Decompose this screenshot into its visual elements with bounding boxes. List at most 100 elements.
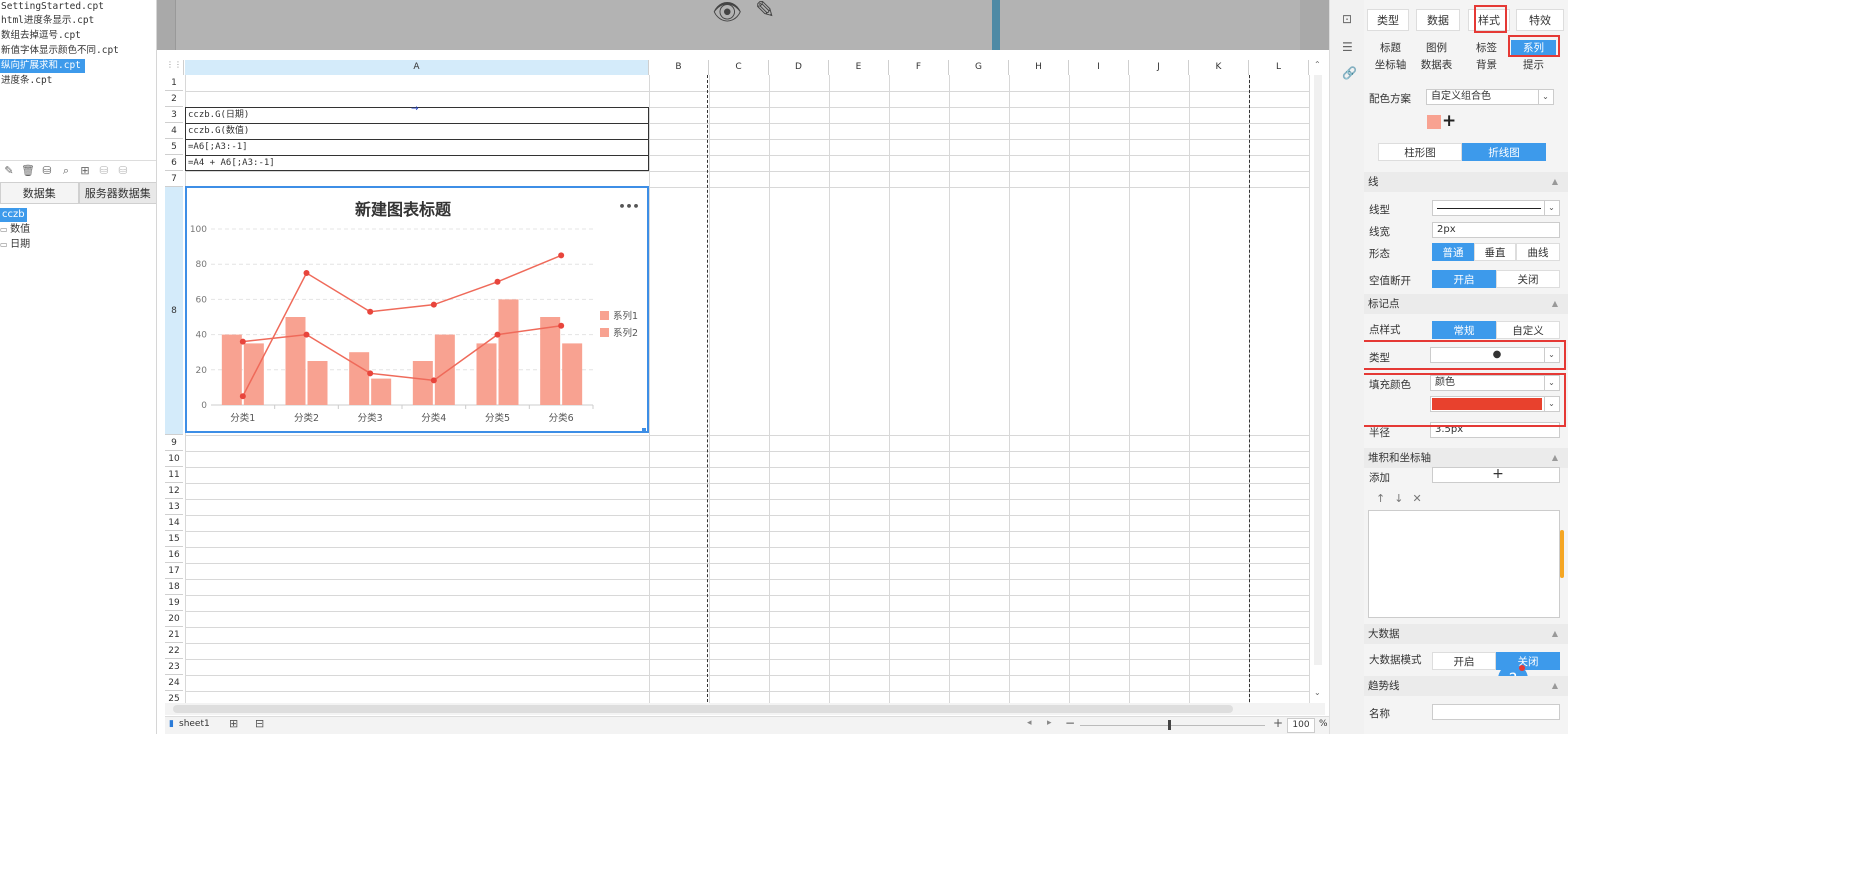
horizontal-scrollbar[interactable] [165,703,1325,715]
row-header[interactable]: 9 [165,435,183,451]
column-header[interactable]: L [1249,60,1309,75]
section-trendline[interactable]: 趋势线 ▲ [1364,676,1568,696]
tab-server-dataset[interactable]: 服务器数据集 [78,182,156,204]
tab-template-dataset[interactable]: 数据集 [0,182,79,204]
collapse-icon[interactable]: ▲ [1552,676,1558,696]
zoom-out-button[interactable]: − [1065,716,1075,730]
collapse-icon[interactable]: ▲ [1552,624,1558,644]
shape-normal-button[interactable]: 普通 [1432,243,1474,261]
zoom-value-input[interactable]: 100 [1287,718,1315,733]
row-header[interactable]: 19 [165,595,183,611]
line-chart-toggle[interactable]: 折线图 [1462,143,1546,161]
remove-icon[interactable]: ✕ [1412,492,1430,505]
null-break-on-button[interactable]: 开启 [1432,270,1496,288]
subtab-tooltip[interactable]: 提示 [1511,57,1556,73]
subtab-axis[interactable]: 坐标轴 [1368,57,1413,73]
subtab-legend[interactable]: 图例 [1414,40,1459,56]
shape-curve-button[interactable]: 曲线 [1516,243,1560,261]
cell-a6[interactable]: =A4 + A6[;A3:-1] [185,155,649,171]
color-scheme-select[interactable]: 自定义组合色 ⌄ [1426,89,1554,105]
row-header[interactable]: 23 [165,659,183,675]
shape-vertical-button[interactable]: 垂直 [1474,243,1516,261]
big-data-on-button[interactable]: 开启 [1432,652,1496,670]
column-header[interactable]: G [949,60,1009,75]
panel-scroll-thumb[interactable] [1560,530,1564,578]
line-type-select[interactable]: ⌄ [1432,200,1560,216]
row-header[interactable]: 5 [165,139,183,155]
row-header[interactable]: 14 [165,515,183,531]
file-item[interactable]: 数组去掉逗号.cpt [0,29,85,43]
horizontal-scroll-thumb[interactable] [173,705,1233,713]
scroll-up-icon[interactable]: ⌃ [1314,60,1322,75]
column-header[interactable]: D [769,60,829,75]
next-sheet-icon[interactable]: ▸ [1047,718,1052,728]
tab-type[interactable]: 类型 [1367,9,1409,31]
row-header[interactable]: 24 [165,675,183,691]
chart-widget[interactable]: 新建图表标题 ••• 0 20 40 60 80 100 分类1 分类2 分类3 分类4 分类5 分类6 系… [185,186,649,433]
row-header[interactable]: 15 [165,531,183,547]
chevron-down-icon[interactable]: ⌄ [1538,90,1552,104]
row-header[interactable]: 4 [165,123,183,139]
trend-name-input[interactable] [1432,704,1560,720]
line-width-input[interactable]: 2px [1432,222,1560,238]
column-header[interactable]: E [829,60,889,75]
file-item[interactable]: 新值字体显示颜色不同.cpt [0,44,123,58]
row-header[interactable]: 8 [165,187,183,435]
tab-effects[interactable]: 特效 [1516,9,1564,31]
row-header[interactable]: 22 [165,643,183,659]
column-header[interactable]: H [1009,60,1069,75]
subtab-title[interactable]: 标题 [1368,40,1413,56]
cell-attribute-icon[interactable]: ☰ [1342,40,1353,54]
section-stack-axis[interactable]: 堆积和坐标轴 ▲ [1364,448,1568,468]
file-item-selected[interactable]: 纵向扩展求和.cpt [0,59,85,73]
preview-icon[interactable]: ⌕ [59,164,73,178]
dataset-node[interactable]: cczb [0,208,27,222]
chevron-down-icon[interactable]: ⌄ [1544,201,1558,215]
cell-a4[interactable]: cczb.G(数值) [185,123,649,139]
zoom-slider-track[interactable] [1080,725,1265,726]
move-down-icon[interactable]: ↓ [1394,492,1412,505]
row-header[interactable]: 20 [165,611,183,627]
delete-icon[interactable]: 🗑 [21,164,35,178]
hyperlink-icon[interactable]: 🔗 [1342,66,1357,80]
row-header[interactable]: 17 [165,563,183,579]
row-header[interactable]: 6 [165,155,183,171]
file-item[interactable]: SettingStarted.cpt [0,0,108,14]
collapse-icon[interactable]: ▲ [1552,294,1558,314]
edit-dataset-icon[interactable]: ⊞ [78,164,92,178]
move-up-icon[interactable]: ↑ [1376,492,1394,505]
row-header[interactable]: 7 [165,171,183,187]
column-header[interactable]: F [889,60,949,75]
subtab-label[interactable]: 标签 [1464,40,1509,56]
null-break-off-button[interactable]: 关闭 [1496,270,1560,288]
color-swatch[interactable] [1427,115,1441,129]
row-header[interactable]: 3 [165,107,183,123]
column-header[interactable]: A [185,60,649,75]
database-icon[interactable]: ⛁ [40,164,54,178]
zoom-in-button[interactable]: + [1273,716,1283,730]
spreadsheet-grid[interactable]: A B C D E F G H I J K L 1 2 3 4 5 6 7 8 9 10 11 12 13 14 15 16 17 18 1… [157,0,1329,716]
edit-icon[interactable]: ✎ [2,164,16,178]
column-header[interactable]: B [649,60,709,75]
collapse-icon[interactable]: ▲ [1552,172,1558,192]
row-header[interactable]: 18 [165,579,183,595]
vertical-scrollbar[interactable] [1314,75,1322,665]
add-color-button[interactable]: + [1442,111,1456,131]
bar-chart-toggle[interactable]: 柱形图 [1378,143,1462,161]
column-header[interactable]: K [1189,60,1249,75]
add-sheet-icon[interactable]: ⊞ [229,717,238,730]
column-header[interactable]: C [709,60,769,75]
column-header[interactable]: I [1069,60,1129,75]
chart-menu-icon[interactable]: ••• [618,200,639,213]
zoom-slider-handle[interactable] [1168,720,1171,730]
cell-element-icon[interactable]: ⊡ [1342,12,1352,26]
point-style-custom-button[interactable]: 自定义 [1496,321,1560,339]
collapse-icon[interactable]: ▲ [1552,448,1558,468]
row-header[interactable]: 13 [165,499,183,515]
section-line[interactable]: 线 ▲ [1364,172,1568,192]
subtab-datasheet[interactable]: 数据表 [1414,57,1459,73]
stack-list[interactable] [1368,510,1560,618]
row-header[interactable]: 10 [165,451,183,467]
sheet-tab[interactable]: sheet1 [179,719,210,729]
section-marker[interactable]: 标记点 ▲ [1364,294,1568,314]
